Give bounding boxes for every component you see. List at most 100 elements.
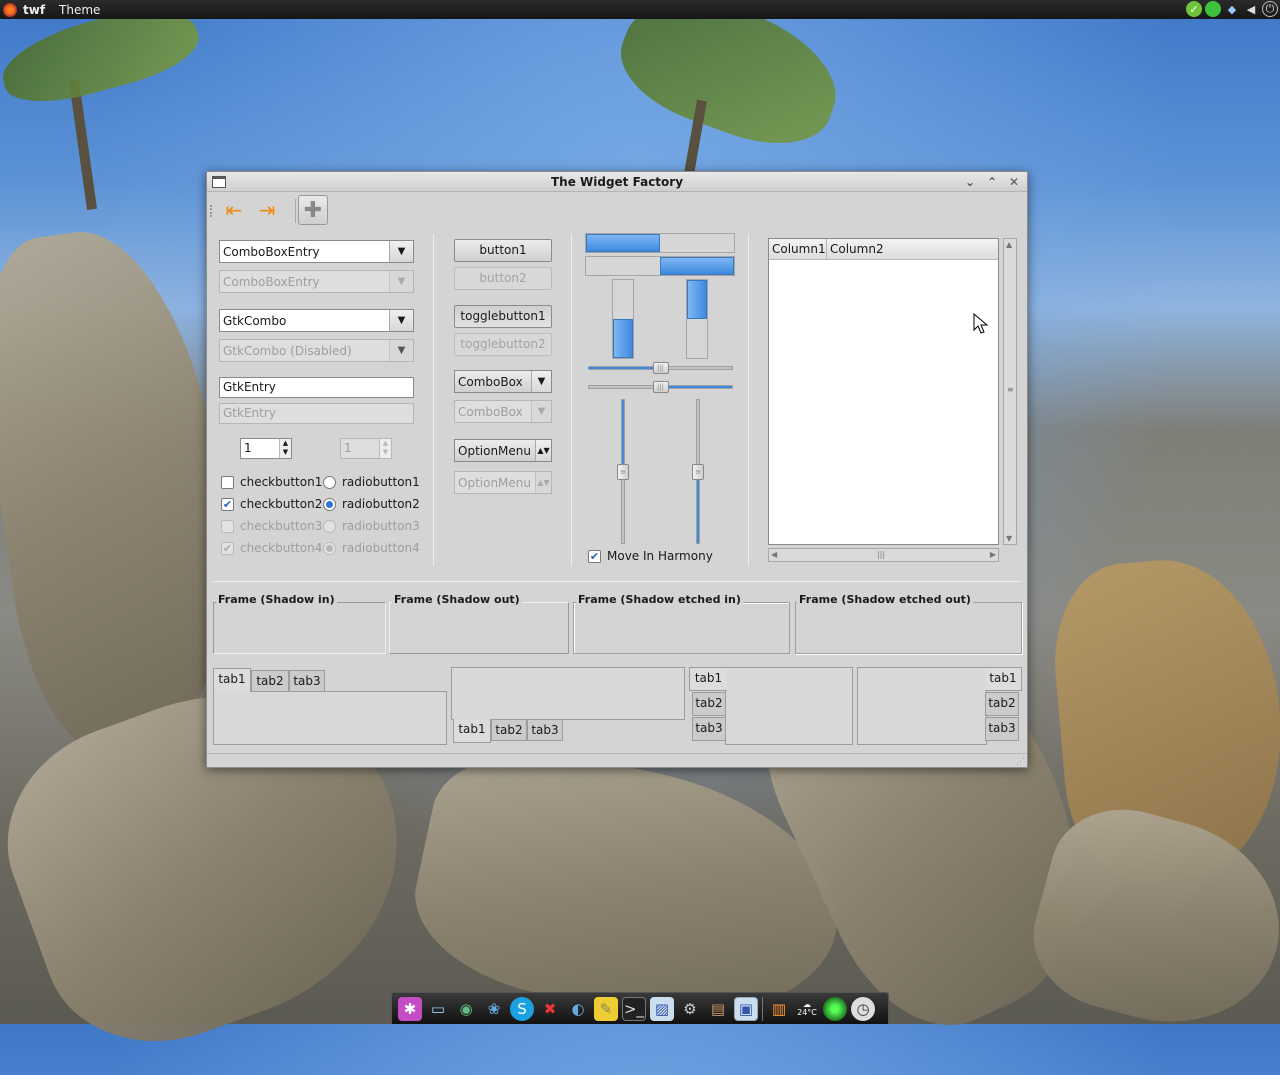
scale-knob-1[interactable]: ||| (652, 362, 669, 374)
go-last-icon[interactable]: ⇥ (254, 197, 280, 223)
notebook-left-tab3[interactable]: tab3 (692, 717, 726, 741)
scroll-left-icon[interactable]: ◀ (771, 550, 777, 559)
notebook-bottom-tab1[interactable]: tab1 (453, 719, 491, 743)
resize-grip-icon[interactable]: ⋰ (1016, 757, 1025, 767)
skype-icon[interactable]: S (510, 996, 534, 1021)
notebook-top-tab1[interactable]: tab1 (213, 668, 251, 692)
chevron-down-icon[interactable]: ▼ (531, 371, 551, 392)
notebook-bottom-tab2[interactable]: tab2 (491, 719, 527, 741)
checkbutton2[interactable]: ✔ checkbutton2 (221, 497, 322, 511)
window-icon[interactable]: ▣ (734, 996, 758, 1021)
combobox[interactable]: ComboBox ▼ (454, 370, 552, 393)
toolbar-grip-icon[interactable] (210, 205, 213, 217)
weather-icon[interactable]: ☁ 24°C (795, 997, 819, 1021)
browser-icon[interactable]: ◉ (454, 997, 478, 1021)
package-icon[interactable]: ▤ (706, 997, 730, 1021)
notebook-top-tab2[interactable]: tab2 (251, 670, 289, 692)
checkbox-checked-icon[interactable]: ✔ (588, 549, 601, 563)
button2: button2 (454, 267, 552, 290)
chevron-down-icon[interactable]: ▼ (389, 241, 413, 262)
update-icon[interactable]: ✓ (1186, 1, 1202, 17)
progress-bar-vertical-1 (612, 279, 634, 359)
spin-arrows-icon[interactable]: ▲ ▼ (279, 439, 291, 458)
scroll-up-icon[interactable]: ▲ (1006, 240, 1012, 249)
frame-shadow-etched-in-label: Frame (Shadow etched in) (576, 593, 743, 606)
radiobutton1[interactable]: radiobutton1 (323, 475, 420, 489)
gtk-combo[interactable]: GtkCombo ▼ (219, 309, 414, 332)
gtk-entry[interactable]: GtkEntry (219, 377, 414, 398)
settings-icon[interactable]: ⚙ (678, 997, 702, 1021)
notebook-right-tab1[interactable]: tab1 (985, 667, 1022, 691)
optionmenu-text[interactable]: OptionMenu (455, 444, 535, 458)
volume-icon[interactable]: ◀ (1243, 1, 1259, 17)
notebook-right-tab3[interactable]: tab3 (985, 717, 1019, 741)
notebook-left-tab2[interactable]: tab2 (692, 692, 726, 716)
optionmenu-disabled-text: OptionMenu (458, 475, 531, 490)
checkbox-checked-icon[interactable]: ✔ (221, 497, 234, 511)
computer-icon[interactable]: ▭ (426, 997, 450, 1021)
add-icon[interactable]: ✚ (298, 195, 328, 225)
chevron-down-icon[interactable]: ▼ (389, 310, 413, 331)
notebook-right-tab2[interactable]: tab2 (985, 692, 1019, 716)
status-light-icon[interactable] (823, 996, 847, 1021)
notebook-top-tab3[interactable]: tab3 (289, 670, 325, 692)
column1-header[interactable]: Column1 (769, 239, 827, 259)
combobox-text[interactable]: ComboBox (455, 375, 531, 389)
combo-box-entry-text[interactable]: ComboBoxEntry (220, 245, 389, 259)
power-icon[interactable]: ⏻ (1262, 1, 1278, 17)
app-icon[interactable] (3, 2, 17, 17)
status-dot-icon[interactable] (1205, 1, 1221, 17)
theme-menu[interactable]: Theme (59, 3, 100, 17)
scale-knob-vertical-2[interactable]: ≡ (692, 463, 704, 480)
column2-header[interactable]: Column2 (827, 239, 907, 259)
xchat-icon[interactable]: ✖ (538, 997, 562, 1021)
checkbutton3-label: checkbutton3 (240, 519, 323, 533)
go-first-icon[interactable]: ⇤ (221, 197, 247, 223)
clock-icon[interactable]: ◷ (851, 996, 875, 1021)
scroll-grip-icon[interactable]: ≡ (1007, 385, 1014, 394)
button1[interactable]: button1 (454, 239, 552, 262)
notebook-bottom-tab3[interactable]: tab3 (527, 719, 563, 741)
notebook-left-tab1[interactable]: tab1 (689, 667, 727, 691)
window-titlebar[interactable]: The Widget Factory ⌄ ⌃ ✕ (207, 172, 1027, 192)
scroll-grip-icon[interactable]: ||| (877, 550, 885, 559)
tree-vertical-scrollbar[interactable]: ▲ ≡ ▼ (1003, 238, 1017, 545)
top-panel: twf Theme ✓ ◆ ◀ ⏻ (0, 0, 1280, 19)
window-menu-icon[interactable] (212, 176, 226, 188)
notes-icon[interactable]: ✎ (594, 996, 618, 1021)
gtk-combo-text[interactable]: GtkCombo (220, 314, 389, 328)
combo-box-entry[interactable]: ComboBoxEntry ▼ (219, 240, 414, 263)
scroll-down-icon[interactable]: ▼ (1006, 534, 1012, 543)
system-tray: ✓ ◆ ◀ ⏻ (1186, 1, 1278, 17)
terminal-icon[interactable]: >_ (622, 996, 646, 1021)
close-icon[interactable]: ✕ (1005, 172, 1023, 192)
tree-horizontal-scrollbar[interactable]: ◀ ||| ▶ (768, 548, 999, 562)
maximize-icon[interactable]: ⌃ (983, 172, 1001, 192)
checkbox-unchecked-icon[interactable] (221, 475, 234, 489)
spin-button[interactable]: 1 ▲ ▼ (240, 438, 292, 459)
radiobutton2[interactable]: radiobutton2 (323, 497, 420, 511)
dropbox-icon[interactable]: ◆ (1224, 1, 1240, 17)
minimize-icon[interactable]: ⌄ (961, 172, 979, 192)
frame-shadow-etched-out (795, 602, 1022, 654)
messenger-icon[interactable]: ❀ (482, 997, 506, 1021)
trash-icon[interactable]: ▥ (767, 997, 791, 1021)
radio-selected-icon[interactable] (323, 497, 336, 511)
app-name-menu[interactable]: twf (23, 3, 45, 17)
updown-arrows-icon[interactable]: ▲▼ (535, 440, 551, 461)
optionmenu[interactable]: OptionMenu ▲▼ (454, 439, 552, 462)
frame-shadow-etched-in (573, 602, 790, 654)
system-monitor-icon[interactable]: ▨ (650, 996, 674, 1021)
scale-knob-2[interactable]: ||| (652, 381, 669, 393)
thunderbird-icon[interactable]: ◐ (566, 997, 590, 1021)
spin-button-value[interactable]: 1 (241, 439, 279, 458)
radio-unselected-icon[interactable] (323, 475, 336, 489)
togglebutton1[interactable]: togglebutton1 (454, 305, 552, 328)
tree-view[interactable]: Column1 Column2 (768, 238, 999, 545)
launcher-icon[interactable]: ✱ (398, 996, 422, 1021)
scroll-right-icon[interactable]: ▶ (990, 550, 996, 559)
scale-knob-vertical-1[interactable]: ≡ (617, 463, 629, 480)
checkbutton1[interactable]: checkbutton1 (221, 475, 322, 489)
move-in-harmony-check[interactable]: ✔ Move In Harmony (588, 549, 713, 563)
checkbutton1-label: checkbutton1 (240, 475, 323, 489)
